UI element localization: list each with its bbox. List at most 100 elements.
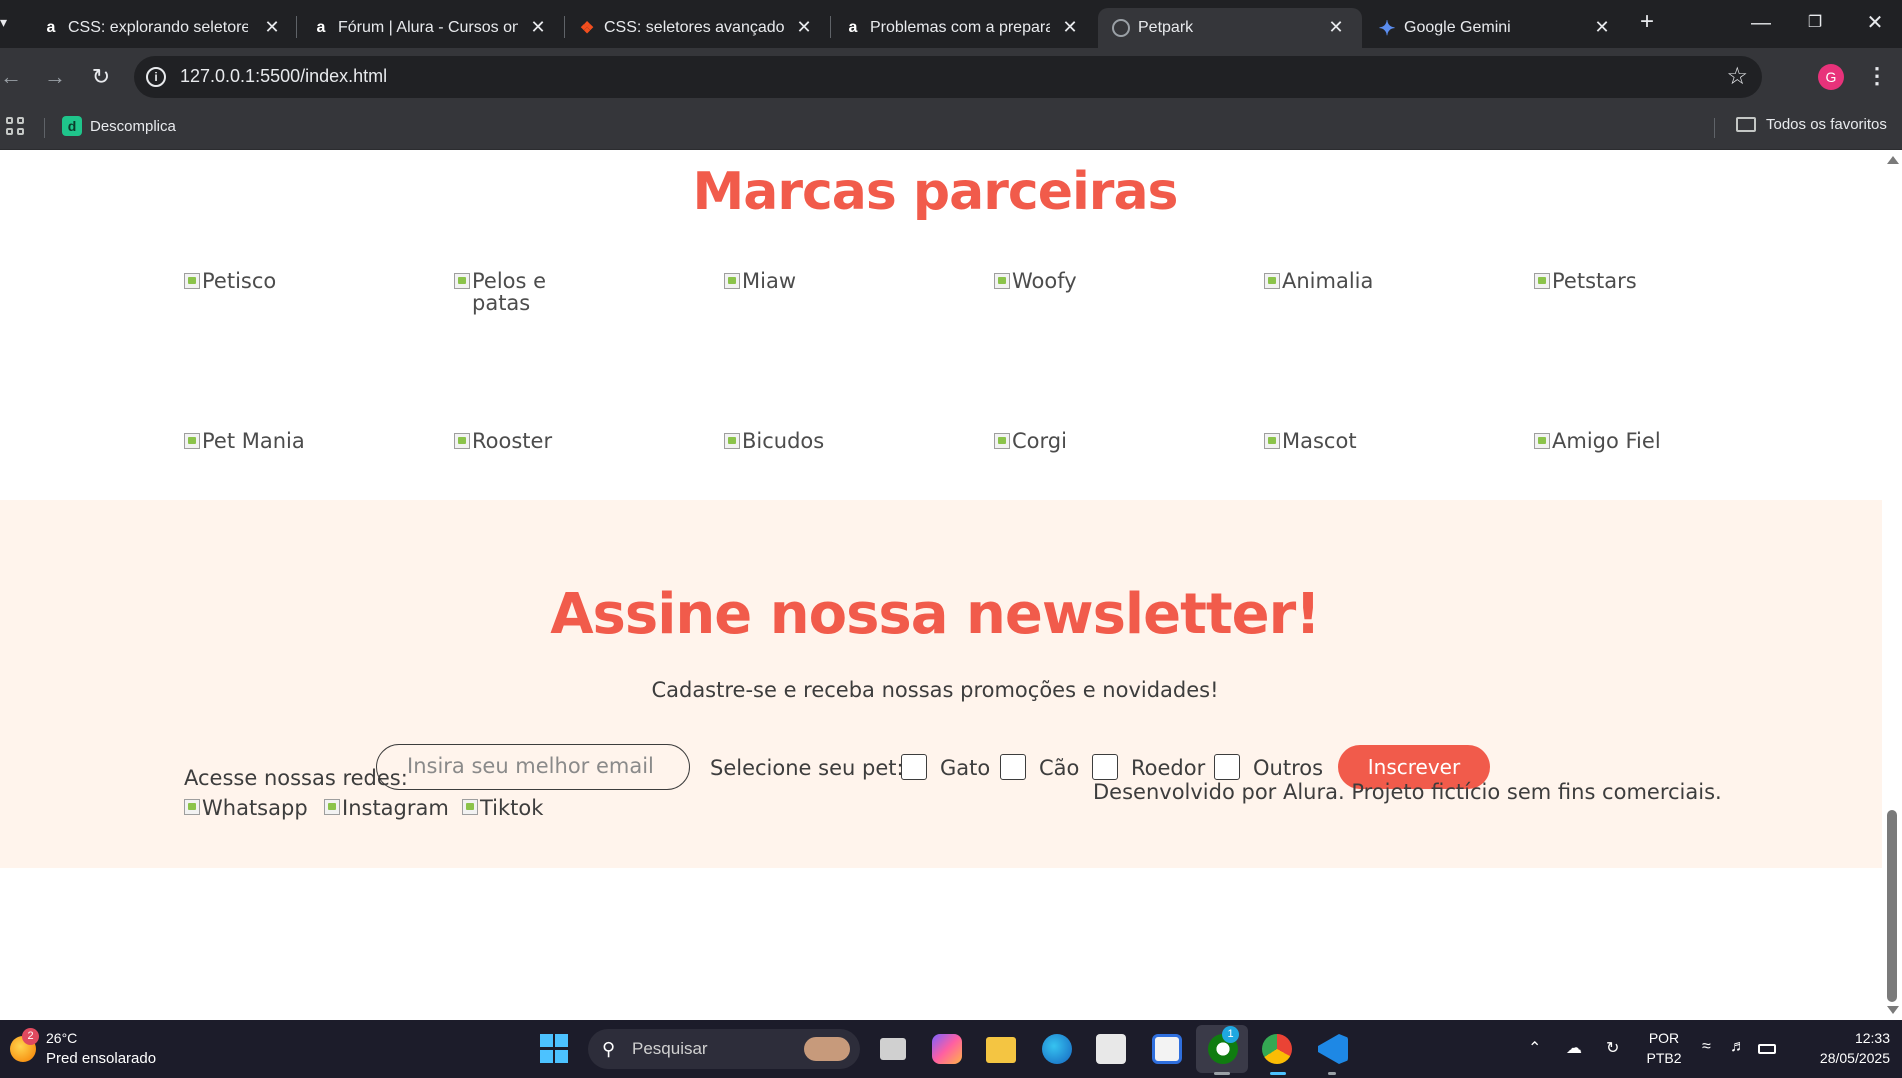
brands-title: Marcas parceiras: [692, 162, 1178, 222]
checkbox-label: Roedor: [1131, 756, 1206, 780]
apps-grid-icon[interactable]: [6, 117, 24, 135]
broken-image-icon: [184, 799, 200, 815]
bookmark-descomplica[interactable]: d Descomplica: [62, 116, 176, 136]
onedrive-icon[interactable]: ☁: [1566, 1038, 1582, 1058]
page-scrollbar[interactable]: [1882, 150, 1902, 1020]
tab-problemas[interactable]: a Problemas com a preparaç ✕: [830, 8, 1096, 48]
broken-image-icon: [994, 433, 1010, 449]
checkbox-roedor[interactable]: [1092, 754, 1118, 780]
tab-petpark[interactable]: Petpark ✕: [1098, 8, 1362, 48]
language-code: POR: [1648, 1030, 1680, 1046]
scroll-down-arrow[interactable]: [1887, 1006, 1899, 1014]
store-icon[interactable]: [1152, 1034, 1182, 1064]
clock[interactable]: 12:33 28/05/2025: [1790, 1030, 1890, 1066]
broken-image-icon: [184, 273, 200, 289]
reload-icon[interactable]: ↻: [86, 62, 116, 92]
wifi-icon[interactable]: ≈: [1702, 1038, 1711, 1056]
brand-logo: Corgi: [994, 430, 1164, 452]
brand-logo: Animalia: [1264, 270, 1434, 292]
tiktok-link[interactable]: Tiktok: [462, 796, 543, 820]
page-viewport: Marcas parceiras Petisco Pelos e patas M…: [0, 150, 1882, 1020]
checkbox-gato[interactable]: [901, 754, 927, 780]
site-info-icon[interactable]: i: [146, 67, 166, 87]
address-bar[interactable]: i 127.0.0.1:5500/index.html ☆: [134, 56, 1762, 98]
running-indicator: [1214, 1072, 1230, 1075]
brand-logo: Miaw: [724, 270, 894, 292]
chrome-icon[interactable]: [1262, 1034, 1292, 1064]
menu-icon[interactable]: ⋮: [1866, 60, 1888, 92]
forward-icon[interactable]: →: [40, 62, 70, 92]
scroll-thumb[interactable]: [1887, 810, 1897, 1002]
broken-image-icon: [324, 799, 340, 815]
search-highlight-icon: [804, 1037, 850, 1061]
tab-css-explorando[interactable]: a CSS: explorando seletores ✕: [28, 8, 298, 48]
show-hidden-icons[interactable]: ⌃: [1528, 1038, 1541, 1058]
checkbox-outros[interactable]: [1214, 754, 1240, 780]
social-alt-text: Tiktok: [480, 796, 544, 820]
figma-icon: ❖: [579, 20, 595, 37]
tick-tick-icon[interactable]: [1096, 1034, 1126, 1064]
brand-logo: Petisco: [184, 270, 354, 292]
tab-strip: ▾ a CSS: explorando seletores ✕ a Fórum …: [0, 0, 1902, 48]
tab-separator: [296, 16, 297, 38]
all-bookmarks-button[interactable]: Todos os favoritos: [1736, 116, 1887, 133]
broken-image-icon: [462, 799, 478, 815]
close-icon[interactable]: ✕: [262, 17, 282, 37]
close-icon[interactable]: ✕: [794, 17, 814, 37]
scroll-up-arrow[interactable]: [1887, 156, 1899, 164]
brand-alt-text: Woofy: [1012, 269, 1077, 293]
minimize-button[interactable]: —: [1734, 8, 1788, 38]
folder-icon: [1736, 117, 1756, 132]
file-explorer-icon[interactable]: [986, 1037, 1016, 1063]
brand-alt-text: Petstars: [1552, 269, 1637, 293]
brand-alt-text: Pet Mania: [202, 429, 305, 453]
tab-forum-alura[interactable]: a Fórum | Alura - Cursos onli ✕: [298, 8, 564, 48]
url-text[interactable]: 127.0.0.1:5500/index.html: [180, 66, 387, 87]
brand-logo: Bicudos: [724, 430, 894, 452]
volume-icon[interactable]: ♬: [1730, 1038, 1746, 1056]
profile-avatar[interactable]: G: [1818, 64, 1844, 90]
bookmark-separator: [1714, 118, 1715, 138]
social-alt-text: Instagram: [342, 796, 449, 820]
tab-title: Problemas com a preparaç: [870, 19, 1050, 36]
broken-image-icon: [724, 273, 740, 289]
sync-icon[interactable]: ↻: [1606, 1038, 1619, 1058]
bookmark-star-icon[interactable]: ☆: [1726, 62, 1748, 91]
broken-image-icon: [1534, 273, 1550, 289]
close-icon[interactable]: ✕: [528, 17, 548, 37]
close-icon[interactable]: ✕: [1060, 17, 1080, 37]
alura-icon: a: [46, 19, 56, 36]
descomplica-icon: d: [62, 116, 82, 136]
task-view-icon[interactable]: [880, 1038, 906, 1060]
email-input[interactable]: Insira seu melhor email: [376, 744, 690, 790]
language-indicator[interactable]: POR PTB2: [1638, 1030, 1690, 1066]
close-icon[interactable]: ✕: [1592, 17, 1612, 37]
newsletter-subtitle: Cadastre-se e receba nossas promoções e …: [651, 678, 1219, 702]
tab-google-gemini[interactable]: ✦ Google Gemini ✕: [1364, 8, 1628, 48]
whatsapp-link[interactable]: Whatsapp: [184, 796, 308, 820]
brand-alt-text: Animalia: [1282, 269, 1374, 293]
back-icon[interactable]: ←: [0, 62, 26, 92]
checkbox-cao[interactable]: [1000, 754, 1026, 780]
brand-logo: Petstars: [1534, 270, 1704, 292]
brand-alt-text: Pelos e patas: [472, 269, 547, 315]
battery-icon[interactable]: [1758, 1044, 1776, 1054]
tab-search-button[interactable]: ▾: [0, 14, 16, 34]
close-window-button[interactable]: ✕: [1848, 8, 1902, 38]
search-icon: ⚲: [602, 1039, 616, 1059]
instagram-link[interactable]: Instagram: [324, 796, 449, 820]
tab-css-seletores[interactable]: ❖ CSS: seletores avançados e ✕: [564, 8, 830, 48]
edge-icon[interactable]: [1042, 1034, 1072, 1064]
weather-temperature: 26°C: [46, 1030, 78, 1046]
start-icon[interactable]: [540, 1034, 570, 1064]
broken-image-icon: [1264, 273, 1280, 289]
close-icon[interactable]: ✕: [1326, 17, 1346, 37]
new-tab-button[interactable]: +: [1634, 10, 1660, 36]
taskbar-search[interactable]: ⚲ Pesquisar: [588, 1029, 860, 1069]
restore-button[interactable]: ❐: [1788, 8, 1842, 38]
vscode-icon[interactable]: [1318, 1034, 1348, 1064]
brand-logo: Pelos e patas: [454, 270, 574, 314]
search-label: Pesquisar: [632, 1039, 708, 1058]
checkbox-label: Outros: [1253, 756, 1324, 780]
copilot-icon[interactable]: [932, 1034, 962, 1064]
